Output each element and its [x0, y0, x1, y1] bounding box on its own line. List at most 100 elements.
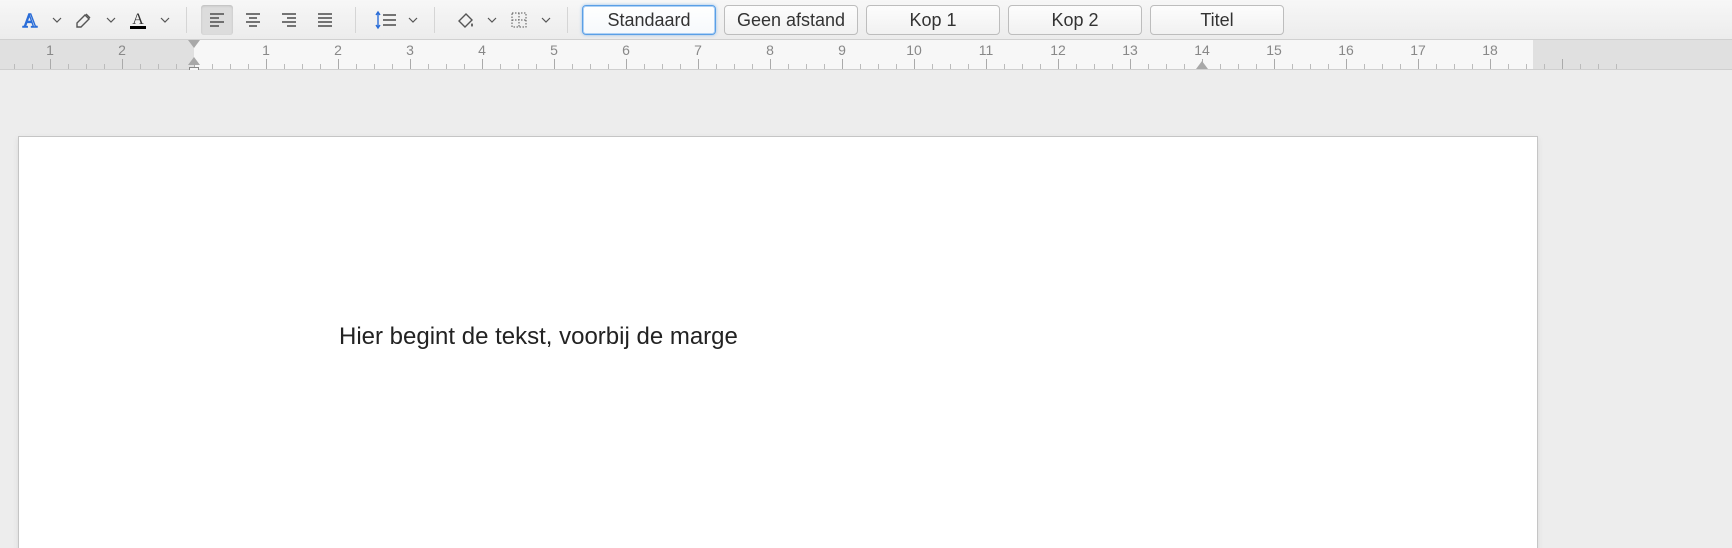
ruler-tick-minor — [1382, 64, 1383, 69]
borders-dropdown[interactable] — [539, 5, 553, 35]
ruler-tick-major — [338, 59, 339, 69]
ruler-tick-minor — [140, 64, 141, 69]
paint-bucket-icon — [454, 9, 476, 31]
toolbar-divider — [355, 7, 356, 33]
ruler-tick-minor — [1094, 64, 1095, 69]
ruler-tick-major — [1490, 59, 1491, 69]
ruler-tick-minor — [752, 64, 753, 69]
font-color-button[interactable]: A — [122, 5, 154, 35]
ruler-tick-minor — [374, 64, 375, 69]
style-button-geen-afstand[interactable]: Geen afstand — [724, 5, 858, 35]
toolbar-divider — [434, 7, 435, 33]
highlight-button[interactable] — [68, 5, 100, 35]
ruler-label: 10 — [906, 42, 922, 58]
style-button-standaard[interactable]: Standaard — [582, 5, 716, 35]
chevron-down-icon — [160, 12, 170, 28]
fill-color-button[interactable] — [449, 5, 481, 35]
ruler-tick-minor — [1292, 64, 1293, 69]
ruler-tick-minor — [248, 64, 249, 69]
ruler-tick-minor — [806, 64, 807, 69]
char-effect-button[interactable]: A — [14, 5, 46, 35]
ruler-tick-major — [842, 59, 843, 69]
style-button-kop-2[interactable]: Kop 2 — [1008, 5, 1142, 35]
ruler-tick-minor — [1166, 64, 1167, 69]
ruler-left-margin — [0, 40, 194, 69]
ruler-label: 18 — [1482, 42, 1498, 58]
ruler-tick-minor — [680, 64, 681, 69]
horizontal-ruler[interactable]: 21123456789101112131415161718 — [0, 40, 1732, 70]
ruler-tick-minor — [1436, 64, 1437, 69]
align-left-button[interactable] — [201, 5, 233, 35]
ruler-label: 1 — [262, 42, 270, 58]
ruler-tick-major — [266, 59, 267, 69]
ruler-label: 13 — [1122, 42, 1138, 58]
ruler-tick-major — [986, 59, 987, 69]
chevron-down-icon — [52, 12, 62, 28]
ruler-tick-minor — [428, 64, 429, 69]
ruler-tick-minor — [14, 64, 15, 69]
line-spacing-dropdown[interactable] — [406, 5, 420, 35]
document-body-text[interactable]: Hier begint de tekst, voorbij de marge — [339, 323, 738, 351]
first-line-indent-marker[interactable] — [188, 40, 200, 48]
highlight-dropdown[interactable] — [104, 5, 118, 35]
ruler-tick-minor — [1616, 64, 1617, 69]
ruler-tick-major — [1130, 59, 1131, 69]
style-button-titel[interactable]: Titel — [1150, 5, 1284, 35]
ruler-label: 14 — [1194, 42, 1210, 58]
hanging-indent-marker[interactable] — [188, 57, 200, 65]
ruler-label: 12 — [1050, 42, 1066, 58]
line-spacing-icon — [374, 10, 398, 30]
char-effect-dropdown[interactable] — [50, 5, 64, 35]
ruler-tick-minor — [1364, 64, 1365, 69]
ruler-tick-minor — [644, 64, 645, 69]
ruler-tick-minor — [1508, 64, 1509, 69]
highlighter-icon — [73, 9, 95, 31]
ruler-tick-minor — [590, 64, 591, 69]
ruler-tick-minor — [464, 64, 465, 69]
ruler-label: 2 — [118, 42, 126, 58]
style-button-kop-1[interactable]: Kop 1 — [866, 5, 1000, 35]
ruler-tick-minor — [176, 64, 177, 69]
ruler-tick-minor — [1580, 64, 1581, 69]
align-center-icon — [243, 10, 263, 30]
ruler-tick-major — [698, 59, 699, 69]
ruler-tick-minor — [1220, 64, 1221, 69]
align-right-icon — [279, 10, 299, 30]
align-justify-icon — [315, 10, 335, 30]
font-color-icon: A — [127, 9, 149, 31]
ruler-tick-minor — [1328, 64, 1329, 69]
align-right-button[interactable] — [273, 5, 305, 35]
align-center-button[interactable] — [237, 5, 269, 35]
ruler-tick-major — [122, 59, 123, 69]
align-justify-button[interactable] — [309, 5, 341, 35]
ruler-tick-minor — [824, 64, 825, 69]
ruler-tick-major — [410, 59, 411, 69]
ruler-label: 5 — [550, 42, 558, 58]
ruler-tick-minor — [68, 64, 69, 69]
ruler-tick-major — [1058, 59, 1059, 69]
right-indent-marker[interactable] — [1196, 61, 1208, 69]
ruler-tick-major — [554, 59, 555, 69]
ruler-tick-minor — [1238, 64, 1239, 69]
ruler-label: 1 — [46, 42, 54, 58]
ruler-tick-minor — [1112, 64, 1113, 69]
ruler-tick-minor — [1004, 64, 1005, 69]
font-color-dropdown[interactable] — [158, 5, 172, 35]
ruler-tick-minor — [518, 64, 519, 69]
ruler-tick-minor — [1544, 64, 1545, 69]
ruler-tick-major — [1562, 59, 1563, 69]
style-gallery: Standaard Geen afstand Kop 1 Kop 2 Titel — [576, 5, 1292, 35]
svg-text:A: A — [23, 10, 38, 31]
alignment-group — [195, 5, 347, 35]
ruler-tick-minor — [32, 64, 33, 69]
ruler-tick-minor — [212, 64, 213, 69]
document-page[interactable]: Hier begint de tekst, voorbij de marge — [18, 136, 1538, 548]
ruler-label: 15 — [1266, 42, 1282, 58]
ruler-label: 3 — [406, 42, 414, 58]
ruler-tick-minor — [1076, 64, 1077, 69]
ruler-tick-minor — [968, 64, 969, 69]
fill-color-dropdown[interactable] — [485, 5, 499, 35]
borders-button[interactable] — [503, 5, 535, 35]
ruler-tick-minor — [716, 64, 717, 69]
line-spacing-button[interactable] — [370, 5, 402, 35]
